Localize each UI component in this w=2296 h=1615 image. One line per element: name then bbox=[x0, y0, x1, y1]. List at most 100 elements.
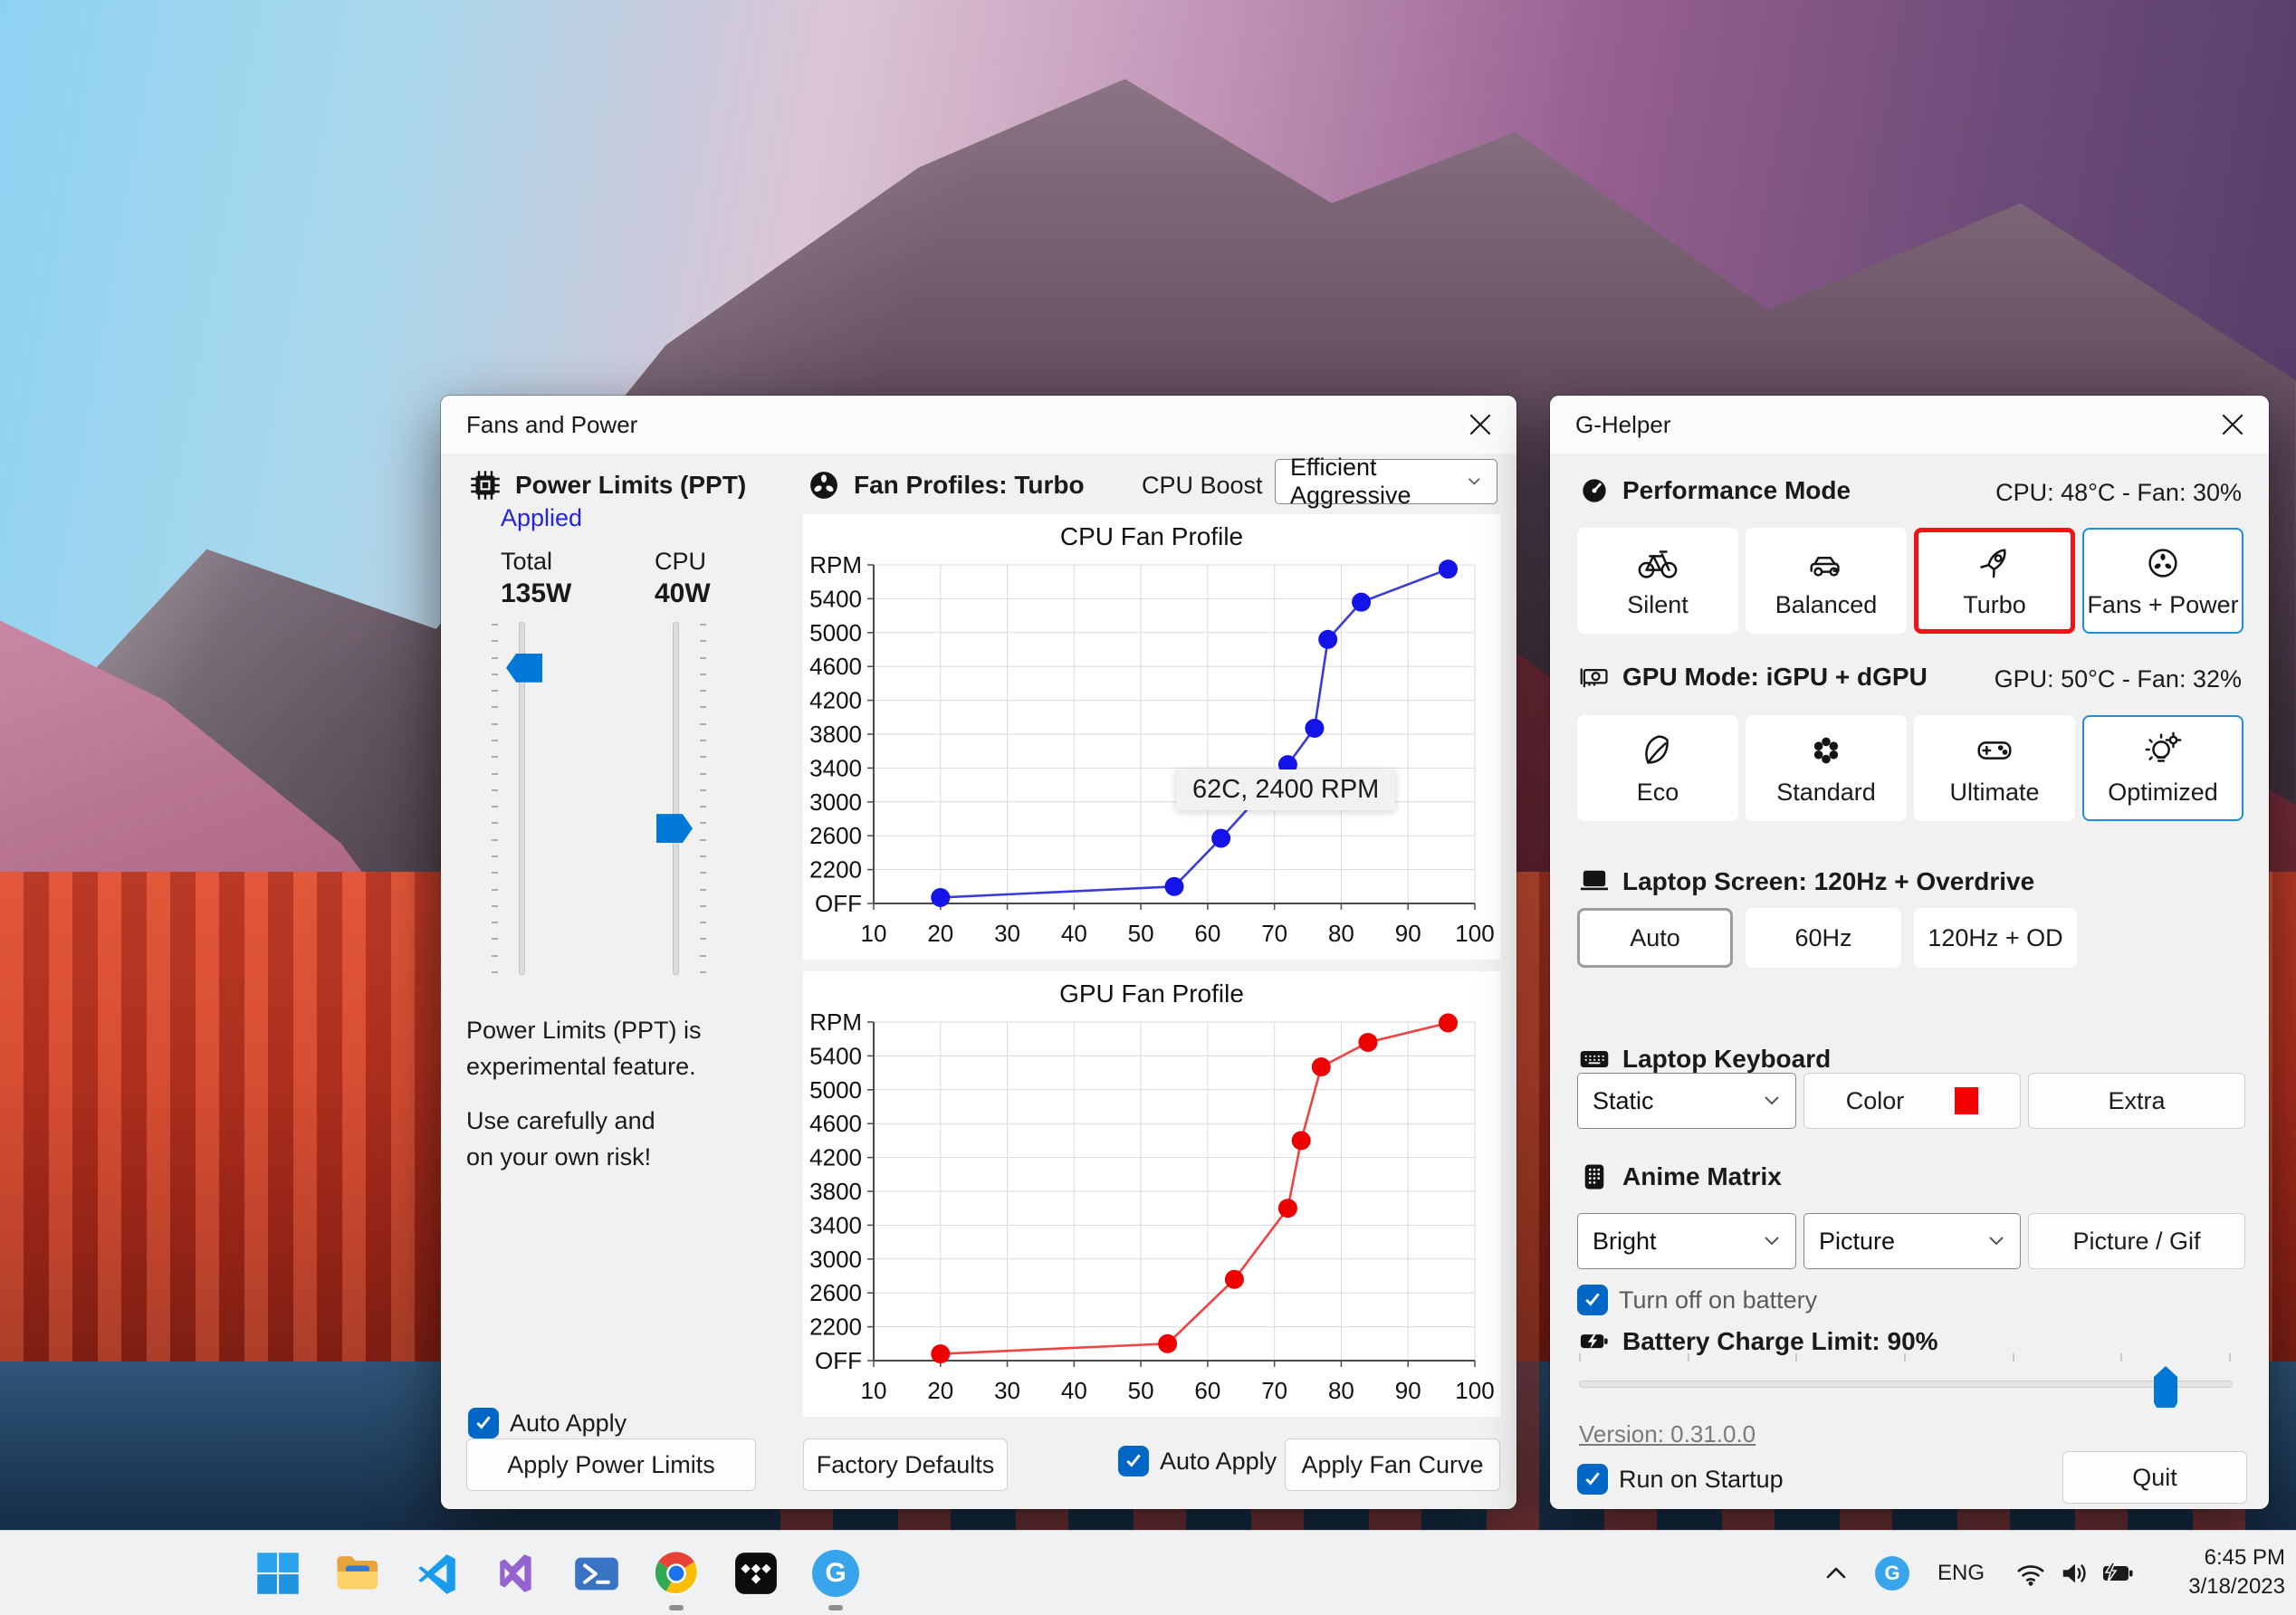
svg-text:5400: 5400 bbox=[809, 585, 862, 612]
tray-ghelper-button[interactable]: G bbox=[1872, 1556, 1912, 1591]
fan-curve-point[interactable] bbox=[1291, 1131, 1311, 1151]
svg-text:RPM: RPM bbox=[809, 551, 862, 578]
powershell-button[interactable] bbox=[568, 1544, 626, 1602]
visual-studio-button[interactable] bbox=[488, 1544, 546, 1602]
svg-text:90: 90 bbox=[1395, 920, 1421, 947]
anime-brightness-select[interactable]: Bright bbox=[1577, 1213, 1796, 1269]
check-icon bbox=[1585, 1293, 1600, 1306]
fan-curve-point[interactable] bbox=[931, 1344, 951, 1364]
visual-studio-icon bbox=[500, 1554, 531, 1592]
run-on-startup-checkbox[interactable] bbox=[1577, 1464, 1608, 1495]
gpu-mode-header-label: GPU Mode: iGPU + dGPU bbox=[1622, 663, 1928, 691]
fan-curve-point[interactable] bbox=[1211, 828, 1231, 848]
perf-mode-turbo-button[interactable]: Turbo bbox=[1914, 528, 2075, 634]
svg-text:20: 20 bbox=[927, 1377, 953, 1404]
tidal-button[interactable] bbox=[727, 1544, 785, 1602]
fans-window-close-button[interactable] bbox=[1457, 404, 1504, 445]
svg-text:90: 90 bbox=[1395, 1377, 1421, 1404]
keyboard-color-swatch bbox=[1955, 1087, 1979, 1114]
svg-text:2200: 2200 bbox=[809, 856, 862, 884]
power-auto-apply-row: Auto Apply bbox=[468, 1408, 627, 1438]
laptop-keyboard-header: Laptop Keyboard bbox=[1577, 1042, 1831, 1076]
svg-text:80: 80 bbox=[1328, 920, 1354, 947]
vscode-button[interactable] bbox=[408, 1544, 466, 1602]
factory-defaults-button[interactable]: Factory Defaults bbox=[803, 1438, 1008, 1491]
apply-power-limits-button[interactable]: Apply Power Limits bbox=[466, 1438, 756, 1491]
mode-button-label: Fans + Power bbox=[2087, 591, 2239, 618]
anime-mode-select[interactable]: Picture bbox=[1803, 1213, 2021, 1269]
fan-curve-point[interactable] bbox=[1438, 559, 1458, 579]
taskbar: G G ENG 6:45 PM 3/18/2023 bbox=[0, 1530, 2296, 1615]
screen-auto-button[interactable]: Auto bbox=[1577, 908, 1733, 968]
keyboard-color-button[interactable]: Color bbox=[1803, 1073, 2021, 1129]
apply-fan-curve-button[interactable]: Apply Fan Curve bbox=[1285, 1438, 1500, 1491]
power-auto-apply-checkbox[interactable] bbox=[468, 1408, 499, 1438]
gpu-mode-optimized-button[interactable]: Optimized bbox=[2082, 715, 2243, 821]
tray-chevron-button[interactable] bbox=[1816, 1558, 1856, 1589]
cpu-boost-select[interactable]: Efficient Aggressive bbox=[1275, 454, 1497, 509]
quit-button[interactable]: Quit bbox=[2062, 1451, 2247, 1504]
anime-matrix-header: Anime Matrix bbox=[1577, 1160, 1782, 1194]
cpu-boost-label: CPU Boost bbox=[1142, 472, 1263, 499]
tray-language-button[interactable]: ENG bbox=[1934, 1558, 1988, 1589]
fan-curve-point[interactable] bbox=[1277, 1199, 1297, 1218]
svg-text:4600: 4600 bbox=[809, 1110, 862, 1137]
fan-curve-point[interactable] bbox=[1158, 1333, 1178, 1353]
screen-60hz-button[interactable]: 60Hz bbox=[1746, 908, 1901, 968]
svg-text:4200: 4200 bbox=[809, 1144, 862, 1171]
turn-off-on-battery-checkbox[interactable] bbox=[1577, 1285, 1608, 1315]
gpu-fan-chart-panel: GPU Fan Profile RPM 5400 5000 4600 4200 3800 34… bbox=[803, 971, 1500, 1417]
cpu-power-slider-track[interactable] bbox=[673, 622, 679, 975]
keyboard-mode-select[interactable]: Static bbox=[1577, 1073, 1796, 1129]
cpu-power-slider-thumb[interactable] bbox=[656, 814, 693, 844]
gpu-mode-ultimate-button[interactable]: Ultimate bbox=[1914, 715, 2075, 821]
fan-curve-point[interactable] bbox=[931, 887, 951, 907]
tray-wifi-button[interactable] bbox=[2011, 1558, 2051, 1589]
perf-mode-balanced-button[interactable]: Balanced bbox=[1746, 528, 1907, 634]
fan-curve-point[interactable] bbox=[1352, 592, 1372, 612]
version-link[interactable]: Version: 0.31.0.0 bbox=[1579, 1420, 1755, 1448]
cpu-temp-fan-readout: CPU: 48°C - Fan: 30% bbox=[1995, 479, 2242, 506]
tray-battery-button[interactable] bbox=[2098, 1558, 2138, 1589]
gpu-mode-eco-button[interactable]: Eco bbox=[1577, 715, 1738, 821]
chevron-down-icon bbox=[1468, 478, 1481, 485]
fan-curve-point[interactable] bbox=[1164, 876, 1184, 896]
fan-curve-point[interactable] bbox=[1358, 1032, 1378, 1052]
ppt-note-line4: on your own risk! bbox=[466, 1143, 652, 1171]
perf-mode-fans-power-button[interactable]: Fans + Power bbox=[2082, 528, 2243, 634]
chrome-button[interactable] bbox=[647, 1544, 705, 1602]
svg-text:3000: 3000 bbox=[809, 1246, 862, 1273]
keyboard-extra-button[interactable]: Extra bbox=[2028, 1073, 2245, 1129]
ppt-note-line1: Power Limits (PPT) is bbox=[466, 1017, 702, 1044]
fan-auto-apply-checkbox[interactable] bbox=[1118, 1446, 1149, 1476]
file-explorer-button[interactable] bbox=[329, 1544, 387, 1602]
tray-volume-button[interactable] bbox=[2054, 1558, 2094, 1589]
car-icon bbox=[1810, 557, 1840, 577]
battery-slider-track[interactable] bbox=[1579, 1381, 2233, 1388]
fans-window-title: Fans and Power bbox=[466, 411, 638, 438]
ghelper-close-button[interactable] bbox=[2209, 404, 2256, 445]
tray-clock[interactable]: 6:45 PM 3/18/2023 bbox=[2188, 1543, 2285, 1601]
start-button[interactable] bbox=[249, 1544, 307, 1602]
gpu-mode-standard-button[interactable]: Standard bbox=[1746, 715, 1907, 821]
total-power-slider-thumb[interactable] bbox=[506, 653, 542, 683]
mode-button-label: Turbo bbox=[1963, 591, 2026, 618]
windows-start-icon bbox=[257, 1553, 299, 1594]
fan-curve-point[interactable] bbox=[1224, 1269, 1244, 1289]
fan-curve-point[interactable] bbox=[1318, 629, 1338, 649]
battery-slider-thumb[interactable] bbox=[2154, 1366, 2177, 1408]
fan-curve-point[interactable] bbox=[1311, 1057, 1331, 1077]
anime-picture-gif-button[interactable]: Picture / Gif bbox=[2028, 1213, 2245, 1269]
fan-curve-point[interactable] bbox=[1305, 718, 1325, 738]
ghelper-taskbar-button[interactable]: G bbox=[807, 1544, 865, 1602]
performance-mode-header-label: Performance Mode bbox=[1622, 476, 1851, 504]
fan-curve-point[interactable] bbox=[1438, 1013, 1458, 1033]
cpu-label: CPU bbox=[655, 548, 707, 575]
svg-text:4200: 4200 bbox=[809, 687, 862, 714]
battery-charge-limit-label: Battery Charge Limit: 90% bbox=[1622, 1327, 1938, 1355]
laptop-keyboard-header-label: Laptop Keyboard bbox=[1622, 1045, 1832, 1073]
perf-mode-silent-button[interactable]: Silent bbox=[1577, 528, 1738, 634]
svg-text:5400: 5400 bbox=[809, 1042, 862, 1069]
screen-120hz-od-button[interactable]: 120Hz + OD bbox=[1914, 908, 2077, 968]
check-icon bbox=[1126, 1454, 1141, 1467]
